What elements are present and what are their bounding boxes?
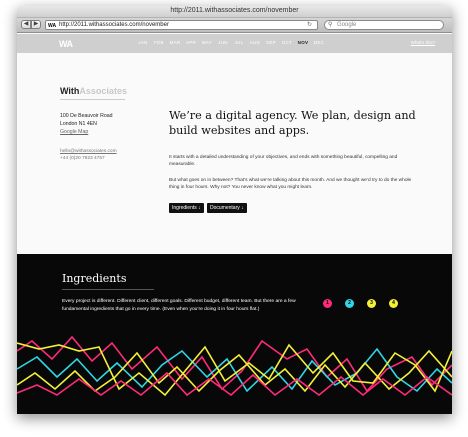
search-input[interactable]: ⚲ Google: [324, 20, 444, 30]
ingredient-dot-4[interactable]: 4: [389, 299, 398, 308]
month-link-aug[interactable]: AUG: [247, 40, 263, 45]
brand-wordmark: WithAssociates: [60, 86, 127, 96]
forward-arrow-icon: ▶: [33, 21, 39, 27]
brand-associates: Associates: [79, 86, 127, 96]
forward-button[interactable]: ▶: [31, 20, 41, 29]
ingredient-dot-3[interactable]: 3: [367, 299, 376, 308]
ingredients-divider: [62, 289, 154, 290]
back-arrow-icon: ◀: [23, 21, 29, 27]
ingredients-title: Ingredients: [62, 272, 127, 285]
ingredients-section: Ingredients Every project is different. …: [17, 254, 452, 414]
ingredients-button[interactable]: Ingredients ↓: [169, 203, 204, 213]
address-line-2: London N1 4EN: [60, 121, 97, 127]
contact-details: hello@withassociates.com +44 (0)20 7923 …: [60, 148, 117, 162]
address-bar[interactable]: WA http://2011.withassociates.com/novemb…: [45, 20, 318, 30]
phone-number: +44 (0)20 7923 4757: [60, 156, 105, 161]
brand-divider: [60, 99, 125, 100]
documentary-button[interactable]: Documentary ↓: [207, 203, 247, 213]
postal-address: 100 De Beauvoir Road London N1 4EN Googl…: [60, 112, 113, 136]
intro-section: WithAssociates 100 De Beauvoir Road Lond…: [17, 53, 452, 254]
month-link-feb[interactable]: FEB: [151, 40, 167, 45]
month-link-jan[interactable]: JAN: [135, 40, 151, 45]
month-link-dec[interactable]: DEC: [311, 40, 327, 45]
ingredient-lines-graphic: [17, 335, 452, 397]
browser-toolbar: ◀ ▶ WA http://2011.withassociates.com/no…: [17, 18, 452, 33]
window-title: http://2011.withassociates.com/november: [170, 7, 299, 14]
address-url: http://2011.withassociates.com/november: [59, 22, 169, 28]
reload-icon[interactable]: ↻: [307, 21, 312, 28]
month-link-nov[interactable]: NOV: [295, 40, 311, 45]
ingredients-text: Every project is different. Different cl…: [62, 299, 296, 312]
intro-headline: We’re a digital agency. We plan, design …: [169, 109, 416, 137]
search-placeholder: Google: [337, 22, 357, 28]
whats-this-link[interactable]: What's this?: [411, 40, 435, 45]
address-line-1: 100 De Beauvoir Road: [60, 113, 113, 119]
search-icon: ⚲: [328, 22, 333, 28]
month-link-oct[interactable]: OCT: [279, 40, 295, 45]
back-button[interactable]: ◀: [21, 20, 31, 29]
google-map-link[interactable]: Google Map: [60, 128, 113, 136]
month-link-mar[interactable]: MAR: [167, 40, 183, 45]
month-link-jun[interactable]: JUN: [215, 40, 231, 45]
pink-line-2: [17, 371, 452, 397]
browser-titlebar: http://2011.withassociates.com/november: [17, 6, 452, 18]
site-logo[interactable]: WA: [59, 39, 73, 49]
email-link[interactable]: hello@withassociates.com: [60, 148, 117, 155]
site-favicon-icon: WA: [48, 23, 57, 29]
month-link-apr[interactable]: APR: [183, 40, 199, 45]
site-nav: WA JAN FEB MAR APR MAY JUN JUL AUG SEP OCT NOV DEC …: [17, 34, 452, 53]
brand-with: With: [60, 86, 80, 96]
month-link-may[interactable]: MAY: [199, 40, 215, 45]
month-link-sep[interactable]: SEP: [263, 40, 279, 45]
intro-paragraph-2: But what goes on in between? That’s what…: [169, 178, 412, 190]
intro-paragraph-1: It starts with a detailed understanding …: [169, 155, 398, 167]
month-link-jul[interactable]: JUL: [231, 40, 247, 45]
ingredient-dot-1[interactable]: 1: [323, 299, 332, 308]
browser-window: http://2011.withassociates.com/november …: [17, 6, 452, 414]
month-nav: JAN FEB MAR APR MAY JUN JUL AUG SEP OCT NOV DEC: [135, 40, 327, 45]
ingredient-dot-2[interactable]: 2: [345, 299, 354, 308]
